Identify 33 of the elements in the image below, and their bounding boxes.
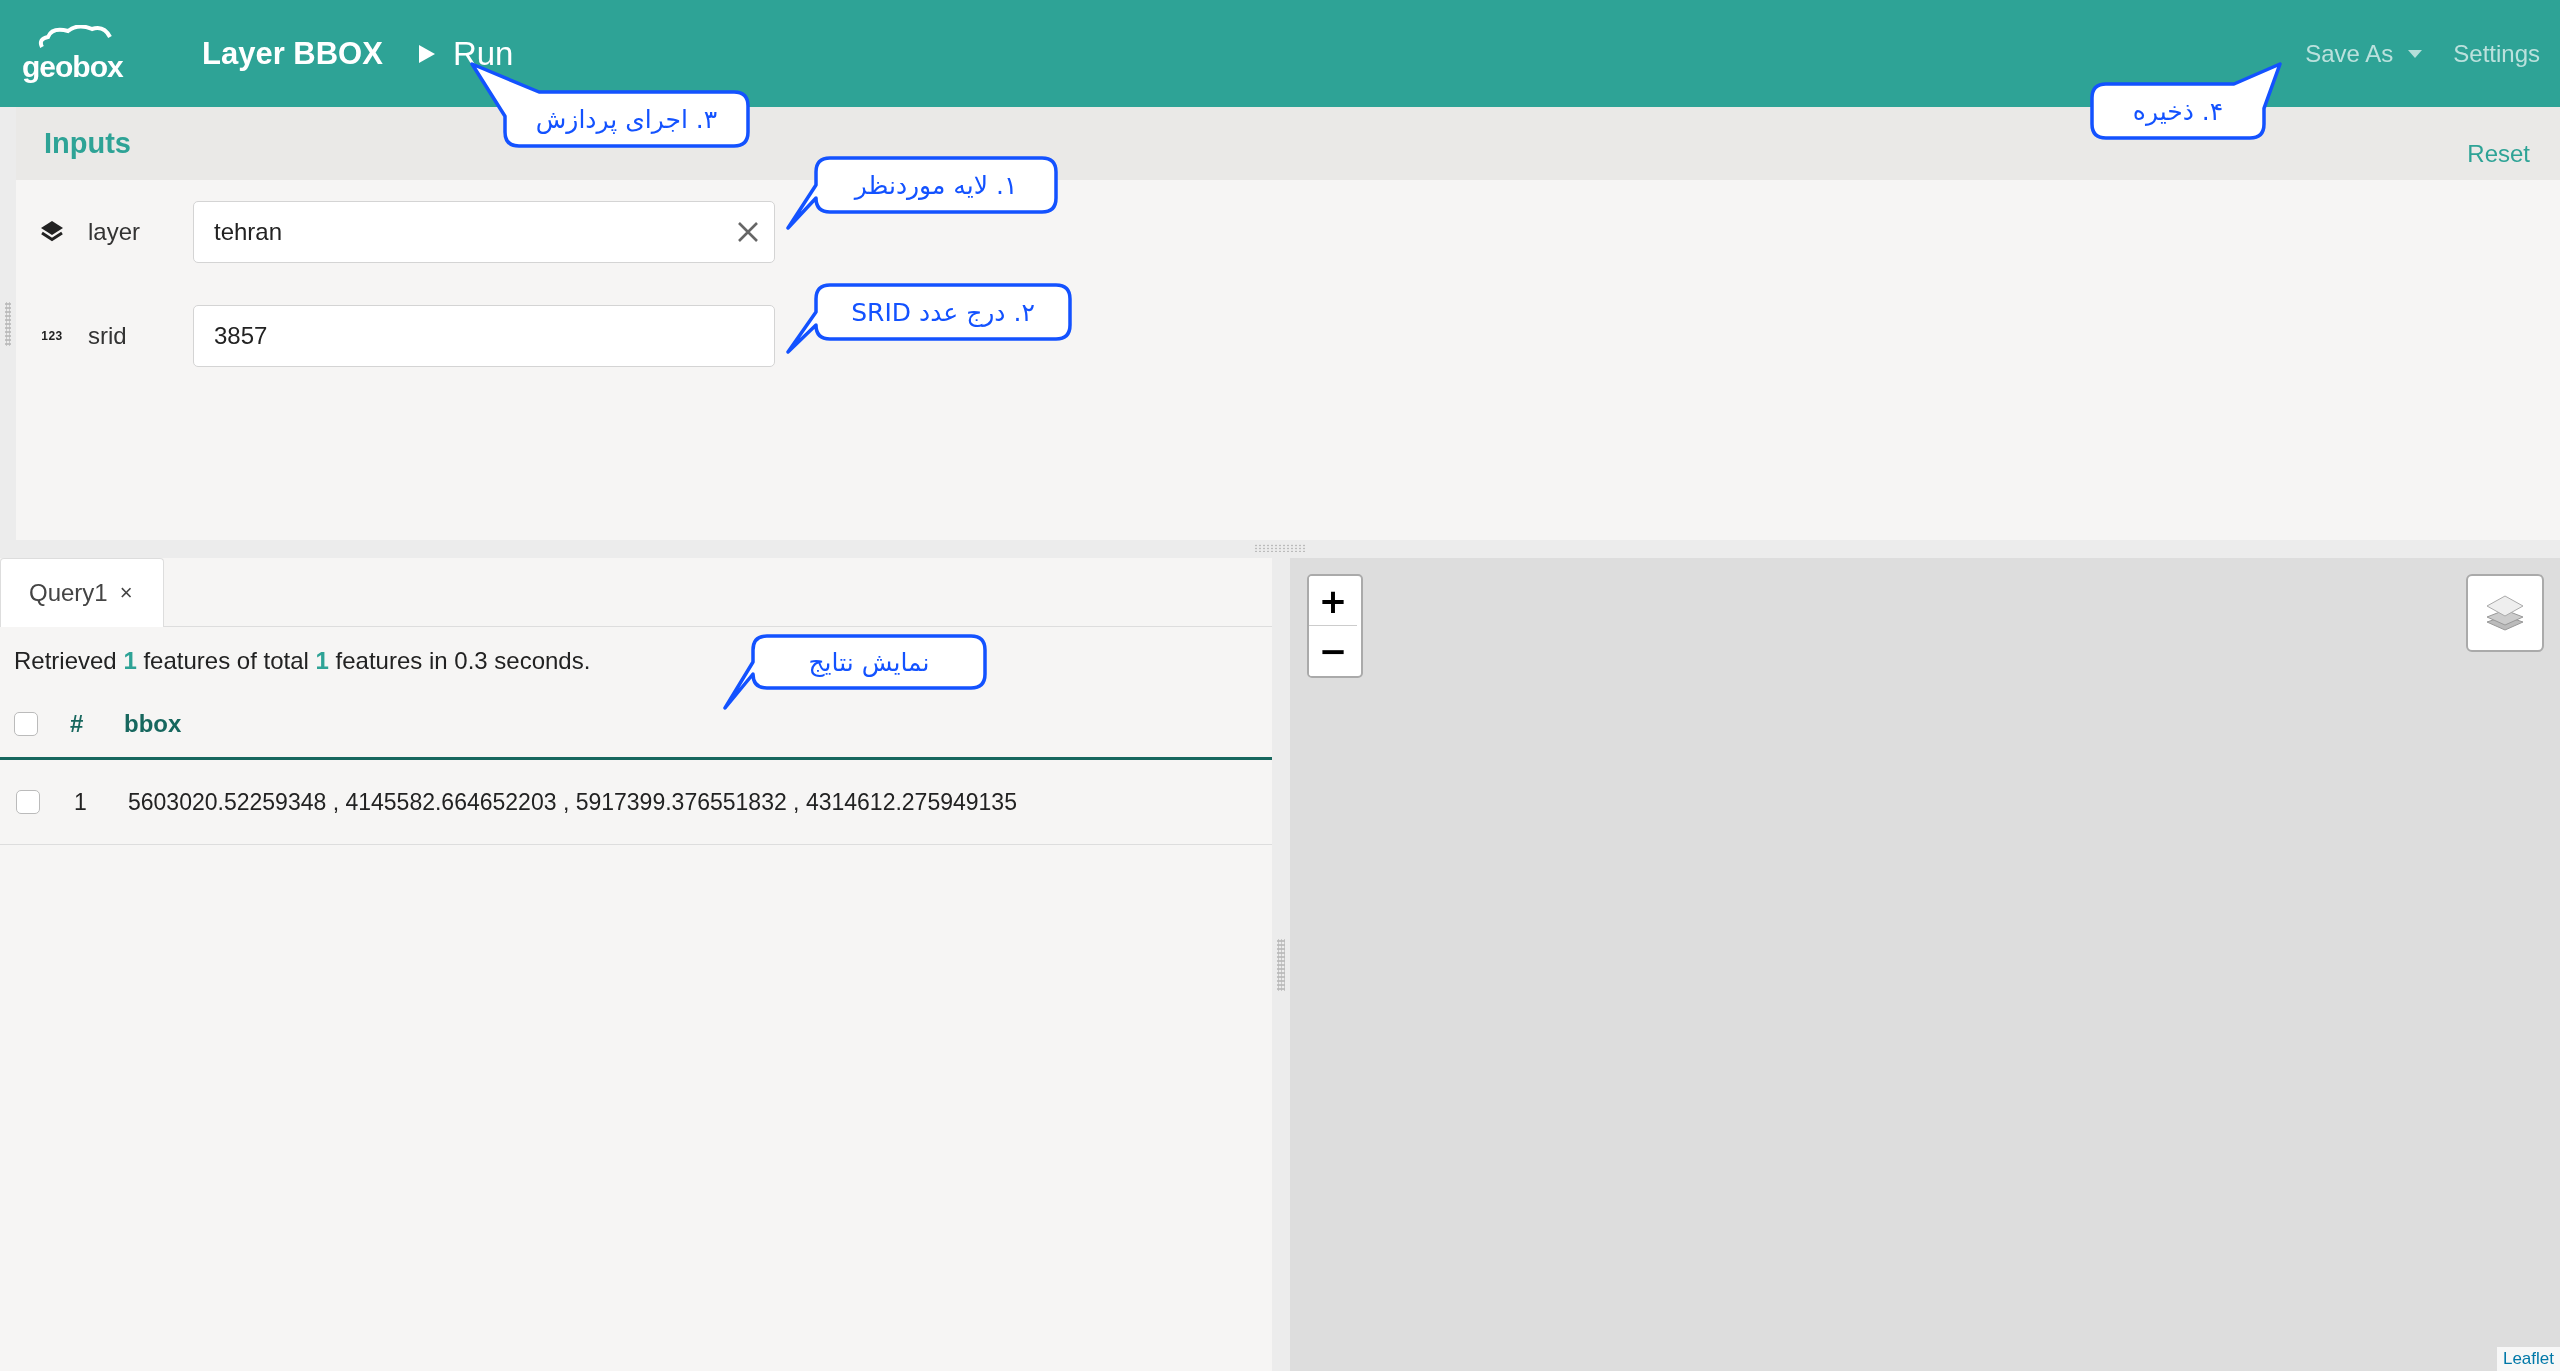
logo[interactable]: geobox: [22, 22, 144, 85]
column-header[interactable]: bbox: [124, 710, 182, 738]
field-label: layer: [88, 218, 142, 246]
table-cell: 5603020.52259348 , 4145582.664652203 , 5917399.376551832 , 4314612.275949135: [128, 788, 1017, 816]
select-all-checkbox[interactable]: [14, 712, 38, 736]
callout-text: ۳. اجرای پردازش: [535, 104, 718, 134]
page-title: Layer BBOX: [202, 35, 383, 72]
zoom-in-button[interactable]: +: [1309, 576, 1357, 626]
text-field[interactable]: 3857: [193, 305, 775, 367]
caret-icon: [2407, 48, 2424, 59]
column-header[interactable]: #: [70, 710, 100, 738]
query-tab[interactable]: Query1 ×: [0, 558, 164, 627]
run-button[interactable]: Run: [416, 34, 514, 73]
field-label: srid: [88, 322, 128, 350]
play-icon: [416, 42, 437, 65]
number-icon: 123: [41, 329, 63, 343]
resize-handle[interactable]: [1277, 938, 1285, 991]
panel-title: Inputs: [44, 127, 131, 160]
callout-text: ۴. ذخیره: [2132, 96, 2224, 126]
table-cell-text: 1: [74, 788, 88, 816]
resize-handle[interactable]: [5, 301, 11, 346]
map-area[interactable]: + − Leaflet: [1290, 558, 2560, 1371]
row-checkbox[interactable]: [16, 790, 40, 814]
callout-text: نمایش نتایج: [808, 647, 930, 677]
text-field[interactable]: tehran: [193, 201, 775, 263]
callout-text: ۱. لایه موردنظر: [854, 170, 1018, 200]
layers-button[interactable]: [2466, 574, 2544, 652]
attribution-link[interactable]: Leaflet: [2496, 1347, 2560, 1371]
callout-text: ۲. درج عدد SRID: [851, 297, 1035, 327]
results-summary: Retrieved 1 features of total 1 features in 0.3 seconds.: [14, 647, 591, 676]
cloud-icon: [36, 24, 112, 49]
resize-handle[interactable]: [1254, 544, 1306, 552]
layers-icon: [2485, 594, 2525, 632]
